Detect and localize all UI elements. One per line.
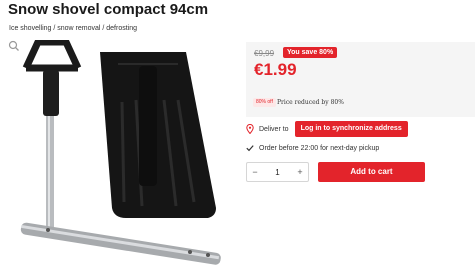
quantity-value[interactable]: 1 [275, 168, 279, 177]
deliver-row: Deliver to Log in to synchronize address [246, 121, 408, 137]
deliver-to-label: Deliver to [259, 125, 289, 133]
quantity-stepper: − 1 + [246, 162, 309, 182]
login-sync-address-button[interactable]: Log in to synchronize address [294, 121, 408, 137]
product-image-gallery[interactable] [8, 40, 240, 266]
breadcrumb[interactable]: Ice shovelling / snow removal / defrosti… [9, 25, 137, 32]
product-title: Snow shovel compact 94cm [8, 1, 209, 18]
decrease-quantity-button[interactable]: − [247, 163, 263, 181]
save-badge: You save 80% [283, 47, 338, 58]
price-box: €9,99 You save 80% €1.99 80% off Price r… [246, 42, 475, 117]
increase-quantity-button[interactable]: + [292, 163, 308, 181]
product-image [20, 40, 221, 265]
order-deadline-text: Order before 22:00 for next-day pickup [259, 144, 380, 152]
check-icon [246, 145, 254, 152]
old-price: €9,99 [254, 49, 275, 58]
magnifier-icon[interactable] [8, 40, 20, 52]
discount-badge: 80% off [253, 98, 276, 107]
add-to-cart-button[interactable]: Add to cart [318, 162, 425, 182]
location-pin-icon [246, 124, 254, 134]
current-price: €1.99 [254, 60, 297, 79]
price-reduced-text: Price reduced by 80% [277, 99, 344, 106]
pickup-info-row: Order before 22:00 for next-day pickup [246, 142, 379, 154]
